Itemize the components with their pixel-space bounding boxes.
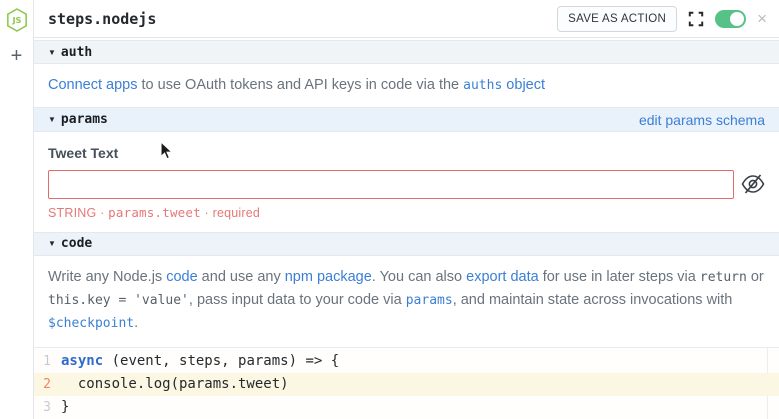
field-type: STRING (48, 206, 96, 220)
left-rail: JS + (0, 0, 34, 419)
tweet-text-label: Tweet Text (48, 145, 765, 161)
code-editor[interactable]: 1 async (event, steps, params) => { 2 co… (34, 347, 779, 419)
connect-apps-link[interactable]: Connect apps (48, 77, 137, 93)
save-as-action-button[interactable]: SAVE AS ACTION (557, 6, 677, 32)
field-required: required (213, 206, 260, 220)
params-section-header[interactable]: ▼ params edit params schema (34, 107, 779, 131)
fullscreen-icon[interactable] (688, 11, 704, 27)
field-path: params.tweet (108, 205, 201, 220)
code-line-2[interactable]: 2 console.log(params.tweet) (34, 373, 779, 396)
line-number: 2 (34, 373, 61, 396)
code-doc-link[interactable]: code (166, 269, 197, 285)
code-section-header[interactable]: ▼ code (34, 232, 779, 256)
toggle-knob (730, 12, 744, 26)
code-section-label: code (61, 236, 92, 251)
code-line-1[interactable]: 1 async (event, steps, params) => { (34, 350, 779, 373)
close-icon[interactable]: × (757, 11, 767, 27)
auth-description-text: to use OAuth tokens and API keys in code… (137, 77, 463, 93)
nodejs-icon: JS (6, 8, 28, 32)
svg-text:JS: JS (11, 15, 21, 25)
eye-slash-icon[interactable] (741, 172, 765, 196)
auth-description: Connect apps to use OAuth tokens and API… (34, 64, 779, 107)
collapse-triangle-icon: ▼ (48, 239, 56, 248)
add-step-button[interactable]: + (11, 46, 23, 66)
code-description: Write any Node.js code and use any npm p… (34, 256, 779, 347)
return-code: return (700, 270, 747, 285)
tweet-text-row (48, 161, 765, 199)
auth-section-header[interactable]: ▼ auth (34, 40, 779, 64)
line-number: 3 (34, 396, 61, 419)
auth-section-label: auth (61, 45, 92, 60)
export-data-link[interactable]: export data (466, 269, 539, 285)
step-header: steps.nodejs SAVE AS ACTION × (34, 0, 779, 38)
field-meta: STRING · params.tweet · required (48, 205, 765, 220)
line-number: 1 (34, 350, 61, 373)
params-content: Tweet Text STRING · params.tweet · requi… (34, 132, 779, 232)
checkpoint-link[interactable]: $checkpoint (48, 316, 134, 331)
auths-object-link[interactable]: auths (463, 78, 502, 93)
collapse-triangle-icon: ▼ (48, 48, 56, 57)
tweet-text-input[interactable] (48, 170, 734, 199)
step-panel: steps.nodejs SAVE AS ACTION × ▼ auth Con… (34, 0, 779, 419)
npm-package-link[interactable]: npm package (285, 269, 372, 285)
header-actions: SAVE AS ACTION × (557, 6, 767, 32)
collapse-triangle-icon: ▼ (48, 115, 56, 124)
thiskey-code: this.key = 'value' (48, 293, 189, 308)
auths-object-link-text[interactable]: object (502, 77, 545, 93)
params-section-label: params (61, 112, 108, 127)
step-title: steps.nodejs (48, 10, 156, 28)
edit-params-schema-link[interactable]: edit params schema (639, 112, 765, 128)
code-line-3[interactable]: 3 } (34, 396, 779, 419)
step-enabled-toggle[interactable] (715, 10, 746, 28)
step-editor: JS + steps.nodejs SAVE AS ACTION × ▼ aut… (0, 0, 779, 419)
async-keyword: async (61, 353, 103, 369)
params-link[interactable]: params (406, 293, 453, 308)
